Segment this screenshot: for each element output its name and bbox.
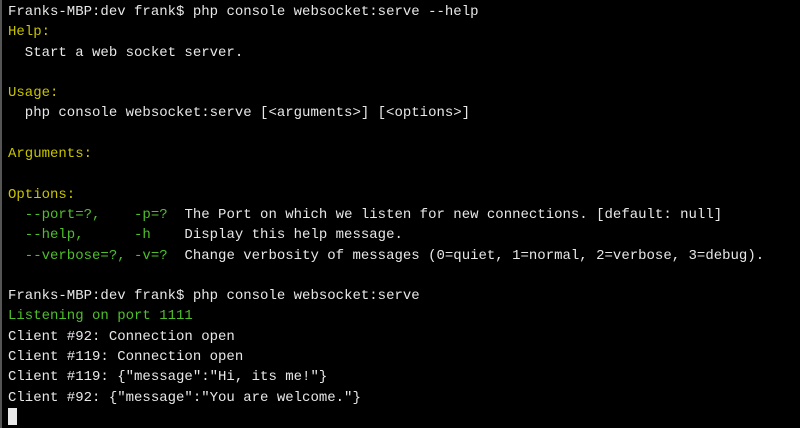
log-line: Client #92: {"message":"You are welcome.…: [8, 389, 361, 406]
command: php console websocket:serve: [192, 288, 420, 305]
options-heading: Options:: [8, 186, 76, 203]
option-name: --verbose=?, -v=?: [8, 247, 168, 264]
command-line: Franks-MBP:dev frank$ php console websoc…: [8, 2, 800, 22]
option-row: --port=?, -p=? The Port on which we list…: [8, 205, 800, 225]
log-line: Client #119: {"message":"Hi, its me!"}: [8, 369, 328, 386]
log-line: Client #119: Connection open: [8, 349, 244, 366]
option-row: --verbose=?, -v=? Change verbosity of me…: [8, 246, 800, 266]
help-heading: Help:: [8, 24, 51, 41]
listening-status: Listening on port 1111: [8, 308, 193, 325]
prompt: Franks-MBP:dev frank$: [8, 288, 193, 305]
option-name: --help, -h: [8, 227, 151, 244]
command-line: Franks-MBP:dev frank$ php console websoc…: [8, 286, 800, 306]
option-row: --help, -h Display this help message.: [8, 225, 800, 245]
arguments-heading: Arguments:: [8, 146, 93, 163]
option-desc: Change verbosity of messages (0=quiet, 1…: [167, 247, 765, 264]
prompt: Franks-MBP:dev frank$: [8, 4, 193, 20]
option-desc: Display this help message.: [150, 227, 403, 244]
log-line: Client #92: Connection open: [8, 328, 235, 345]
command: php console websocket:serve --help: [192, 4, 479, 20]
option-desc: The Port on which we listen for new conn…: [167, 206, 723, 223]
option-name: --port=?, -p=?: [8, 206, 168, 223]
usage-text: php console websocket:serve [<arguments>…: [8, 105, 471, 122]
terminal-window[interactable]: Franks-MBP:dev frank$ php console websoc…: [0, 0, 800, 428]
usage-heading: Usage:: [8, 85, 59, 102]
text-cursor: [8, 407, 17, 425]
help-text: Start a web socket server.: [8, 44, 244, 61]
